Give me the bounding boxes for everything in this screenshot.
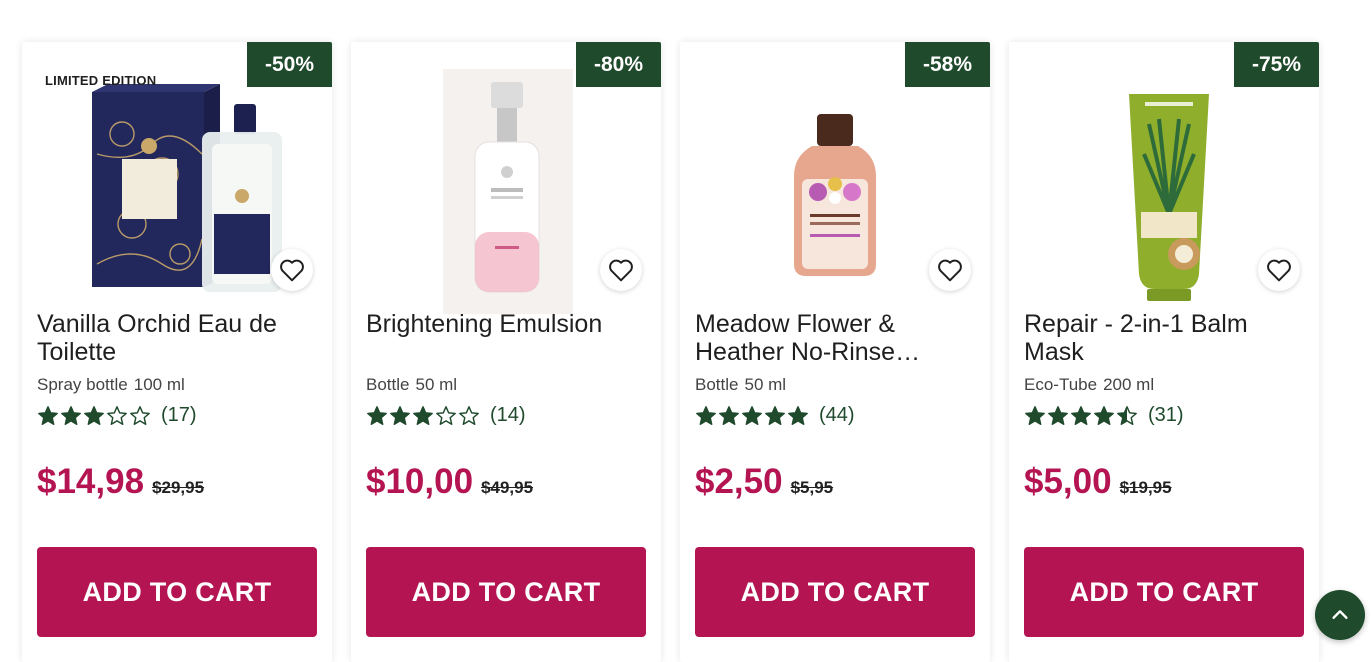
product-size: Bottle 50 ml [695,375,786,395]
product-grid: -50% LIMITED EDITION Vanilla Orchid Eau … [22,42,1319,662]
container-type: Eco-Tube [1024,375,1098,394]
price-block: $2,50 $5,95 [695,462,833,502]
wishlist-button[interactable] [929,249,971,291]
star-empty-icon [436,405,456,425]
add-to-cart-button[interactable]: ADD TO CART [695,547,975,637]
star-empty-icon [459,405,479,425]
product-size: Bottle 50 ml [366,375,457,395]
star-filled-icon [1048,405,1068,425]
original-price: $19,95 [1119,478,1172,497]
star-filled-icon [788,405,808,425]
review-count[interactable]: (17) [161,404,197,427]
star-filled-icon [696,405,716,425]
small-bottle-icon [794,114,876,276]
current-price: $5,00 [1024,462,1112,501]
price-block: $14,98 $29,95 [37,462,204,502]
star-rating [1024,405,1138,427]
heart-icon [609,259,633,282]
wishlist-button[interactable] [600,249,642,291]
product-image[interactable] [1049,64,1279,314]
star-filled-icon [765,405,785,425]
product-image[interactable] [720,64,950,314]
star-filled-icon [719,405,739,425]
review-count[interactable]: (44) [819,404,855,427]
star-rating [366,405,480,427]
rating: (14) [366,404,526,427]
product-title[interactable]: Vanilla Orchid Eau de Toilette [37,310,322,366]
star-filled-icon [367,405,387,425]
wishlist-button[interactable] [271,249,313,291]
scroll-to-top-button[interactable] [1315,590,1365,640]
product-card[interactable]: -50% LIMITED EDITION Vanilla Orchid Eau … [22,42,332,662]
review-count[interactable]: (14) [490,404,526,427]
star-rating [695,405,809,427]
original-price: $5,95 [790,478,834,497]
current-price: $10,00 [366,462,474,501]
container-type: Bottle [366,375,410,394]
chevron-up-icon [1332,610,1348,619]
price-block: $10,00 $49,95 [366,462,533,502]
rating: (44) [695,404,855,427]
tube-icon [1129,94,1209,301]
container-type: Bottle [695,375,739,394]
star-empty-icon [130,405,150,425]
star-filled-icon [1094,405,1114,425]
product-card[interactable]: -58% Meadow Flower & Heather No-Rinse Cl… [680,42,990,662]
limited-edition-label: LIMITED EDITION [45,73,157,88]
product-card[interactable]: -80% Brightening Emulsion Bottle 50 ml (… [351,42,661,662]
wishlist-button[interactable] [1258,249,1300,291]
review-count[interactable]: (31) [1148,404,1184,427]
heart-icon [938,259,962,282]
heart-icon [1267,259,1291,282]
original-price: $49,95 [481,478,534,497]
current-price: $2,50 [695,462,783,501]
star-filled-icon [390,405,410,425]
product-size: Eco-Tube 200 ml [1024,375,1154,395]
star-filled-icon [1025,405,1045,425]
product-size: Spray bottle 100 ml [37,375,185,395]
star-empty-icon [107,405,127,425]
add-to-cart-button[interactable]: ADD TO CART [37,547,317,637]
original-price: $29,95 [152,478,205,497]
product-title[interactable]: Meadow Flower & Heather No-Rinse Cleansi… [695,310,980,366]
volume: 50 ml [415,375,458,394]
rating: (17) [37,404,197,427]
volume: 50 ml [744,375,787,394]
product-image[interactable] [62,64,292,314]
product-title[interactable]: Repair - 2-in-1 Balm Mask [1024,310,1309,366]
product-image[interactable] [391,64,621,314]
star-filled-icon [38,405,58,425]
add-to-cart-button[interactable]: ADD TO CART [1024,547,1304,637]
star-rating [37,405,151,427]
star-filled-icon [84,405,104,425]
star-half-icon [1117,405,1137,425]
pump-bottle-icon [443,69,573,314]
current-price: $14,98 [37,462,145,501]
star-filled-icon [413,405,433,425]
product-card[interactable]: -75% Repair - 2-in-1 Balm Mask Eco-Tube 2… [1009,42,1319,662]
volume: 200 ml [1103,375,1155,394]
product-title[interactable]: Brightening Emulsion [366,310,651,338]
heart-icon [280,259,304,282]
add-to-cart-button[interactable]: ADD TO CART [366,547,646,637]
volume: 100 ml [133,375,185,394]
rating: (31) [1024,404,1184,427]
star-filled-icon [1071,405,1091,425]
star-filled-icon [61,405,81,425]
perfume-bottle-icon [92,84,282,292]
container-type: Spray bottle [37,375,128,394]
star-filled-icon [742,405,762,425]
price-block: $5,00 $19,95 [1024,462,1172,502]
